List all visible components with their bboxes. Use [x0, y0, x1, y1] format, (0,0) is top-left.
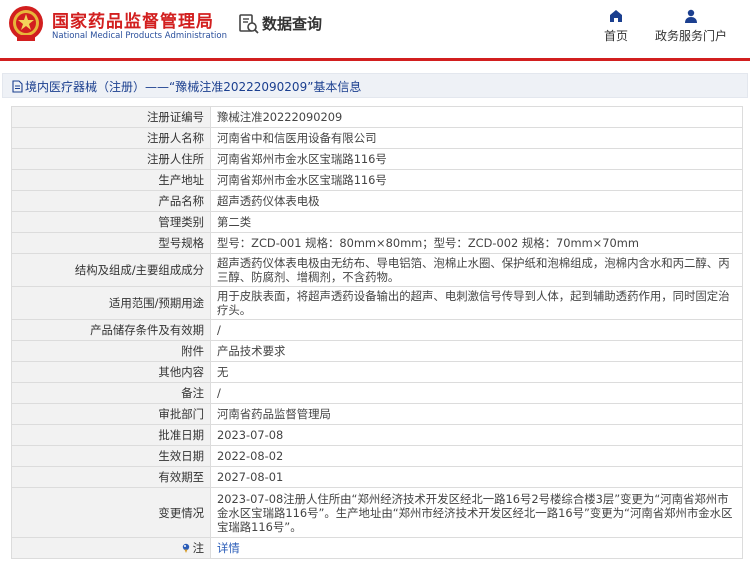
- document-icon: [12, 80, 23, 93]
- table-row: 批准日期 2023-07-08: [11, 424, 743, 446]
- nav-home[interactable]: 首页: [600, 8, 632, 44]
- table-row: 适用范围/预期用途 用于皮肤表面，将超声透药设备输出的超声、电刺激信号传导到人体…: [11, 286, 743, 320]
- national-emblem-icon[interactable]: [8, 5, 44, 43]
- table-row: 产品名称 超声透药仪体表电极: [11, 190, 743, 212]
- table-row: 结构及组成/主要组成成分 超声透药仪体表电极由无纺布、导电铝箔、泡棉止水圈、保护…: [11, 253, 743, 287]
- row-label: 变更情况: [11, 487, 211, 538]
- table-row: 注册人名称 河南省中和信医用设备有限公司: [11, 127, 743, 149]
- table-row: 注册人住所 河南省郑州市金水区宝瑞路116号: [11, 148, 743, 170]
- row-value: 河南省郑州市金水区宝瑞路116号: [210, 148, 743, 170]
- table-row: 其他内容 无: [11, 361, 743, 383]
- row-label: 产品名称: [11, 190, 211, 212]
- row-value: 产品技术要求: [210, 340, 743, 362]
- row-value: 2023-07-08注册人住所由“郑州经济技术开发区经北一路16号2号楼综合楼3…: [210, 487, 743, 538]
- section-title-bar: 境内医疗器械（注册）——“豫械注准20222090209”基本信息: [2, 73, 748, 98]
- row-value: 2022-08-02: [210, 445, 743, 467]
- org-name-english[interactable]: National Medical Products Administration: [52, 31, 227, 41]
- row-value: 型号：ZCD-001 规格：80mm×80mm；型号：ZCD-002 规格：70…: [210, 232, 743, 254]
- row-value: 超声透药仪体表电极: [210, 190, 743, 212]
- user-icon: [685, 9, 697, 23]
- row-label: 结构及组成/主要组成成分: [11, 253, 211, 287]
- row-label: 备注: [11, 382, 211, 404]
- pin-icon: [182, 543, 189, 553]
- table-row: 产品储存条件及有效期 /: [11, 319, 743, 341]
- table-row: 生产地址 河南省郑州市金水区宝瑞路116号: [11, 169, 743, 191]
- table-row-note: 注 详情: [11, 537, 743, 559]
- header-divider: [0, 58, 750, 61]
- row-value: 河南省药品监督管理局: [210, 403, 743, 425]
- table-row: 型号规格 型号：ZCD-001 规格：80mm×80mm；型号：ZCD-002 …: [11, 232, 743, 254]
- row-label: 型号规格: [11, 232, 211, 254]
- row-value: 豫械注准20222090209: [210, 106, 743, 128]
- row-label: 批准日期: [11, 424, 211, 446]
- row-value: 河南省中和信医用设备有限公司: [210, 127, 743, 149]
- site-title: 数据查询: [262, 15, 323, 33]
- row-value: 2023-07-08: [210, 424, 743, 446]
- table-row: 变更情况 2023-07-08注册人住所由“郑州经济技术开发区经北一路16号2号…: [11, 487, 743, 538]
- home-icon: [610, 10, 622, 22]
- data-search-icon: [239, 14, 259, 34]
- row-value: /: [210, 382, 743, 404]
- row-label: 管理类别: [11, 211, 211, 233]
- row-value: 第二类: [210, 211, 743, 233]
- row-label: 注册人住所: [11, 148, 211, 170]
- row-label: 注册人名称: [11, 127, 211, 149]
- row-value: 无: [210, 361, 743, 383]
- table-row: 备注 /: [11, 382, 743, 404]
- row-label: 有效期至: [11, 466, 211, 488]
- org-name[interactable]: 国家药品监督管理局: [52, 7, 214, 32]
- nav-home-label: 首页: [603, 29, 628, 43]
- row-label: 审批部门: [11, 403, 211, 425]
- section-title: 境内医疗器械（注册）——“豫械注准20222090209”基本信息: [25, 80, 362, 94]
- detail-link[interactable]: 详情: [210, 537, 743, 559]
- note-label-cell: 注: [11, 537, 211, 559]
- note-label: 注: [181, 541, 204, 555]
- row-value: 河南省郑州市金水区宝瑞路116号: [210, 169, 743, 191]
- row-label: 产品储存条件及有效期: [11, 319, 211, 341]
- row-label: 生产地址: [11, 169, 211, 191]
- row-label: 其他内容: [11, 361, 211, 383]
- table-row: 有效期至 2027-08-01: [11, 466, 743, 488]
- row-value: 超声透药仪体表电极由无纺布、导电铝箔、泡棉止水圈、保护纸和泡棉组成，泡棉内含水和…: [210, 253, 743, 287]
- table-row: 审批部门 河南省药品监督管理局: [11, 403, 743, 425]
- row-label: 附件: [11, 340, 211, 362]
- row-value: 2027-08-01: [210, 466, 743, 488]
- table-row: 注册证编号 豫械注准20222090209: [11, 106, 743, 128]
- row-value: /: [210, 319, 743, 341]
- table-row: 附件 产品技术要求: [11, 340, 743, 362]
- site-header: 国家药品监督管理局 National Medical Products Admi…: [0, 0, 750, 56]
- detail-table: 注册证编号 豫械注准20222090209 注册人名称 河南省中和信医用设备有限…: [11, 106, 743, 559]
- row-label: 适用范围/预期用途: [11, 286, 211, 320]
- nav-gov-label: 政务服务门户: [654, 29, 727, 43]
- nav-gov-service-portal[interactable]: 政务服务门户: [652, 8, 730, 44]
- table-row: 管理类别 第二类: [11, 211, 743, 233]
- row-label: 注册证编号: [11, 106, 211, 128]
- row-value: 用于皮肤表面，将超声透药设备输出的超声、电刺激信号传导到人体，起到辅助透药作用，…: [210, 286, 743, 320]
- table-row: 生效日期 2022-08-02: [11, 445, 743, 467]
- row-label: 生效日期: [11, 445, 211, 467]
- note-label-text: 注: [192, 540, 204, 555]
